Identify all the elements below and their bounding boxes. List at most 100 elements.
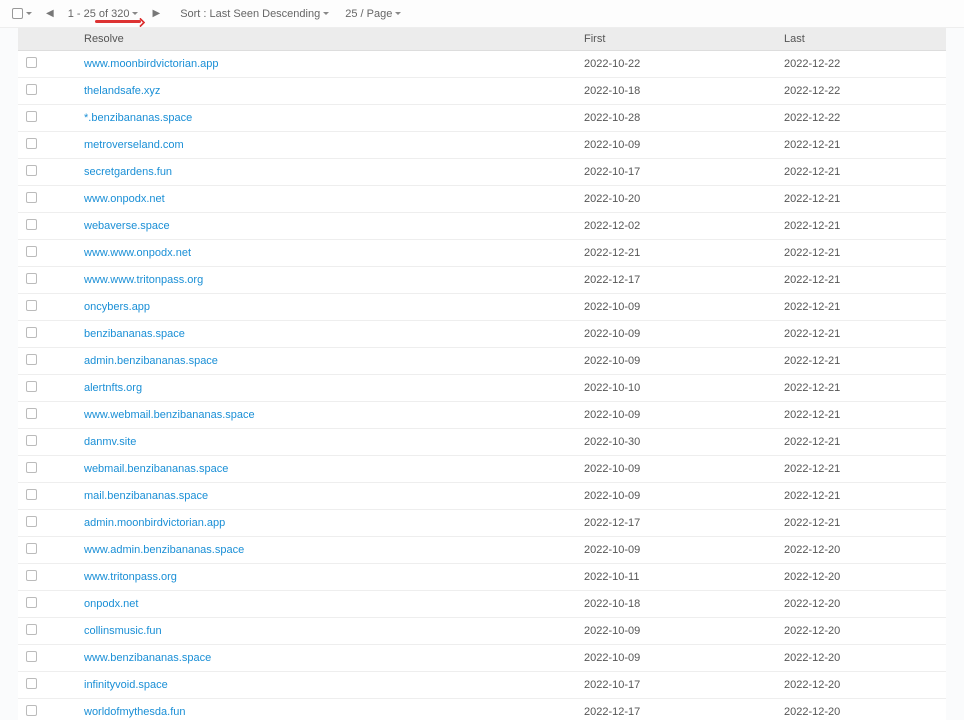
resolve-link[interactable]: alertnfts.org bbox=[84, 382, 142, 394]
resolve-link[interactable]: worldofmythesda.fun bbox=[84, 706, 186, 718]
sort-dropdown[interactable]: Sort : Last Seen Descending bbox=[180, 8, 329, 20]
first-seen: 2022-10-20 bbox=[578, 186, 778, 213]
first-seen: 2022-12-02 bbox=[578, 213, 778, 240]
last-seen: 2022-12-20 bbox=[778, 672, 946, 699]
last-seen: 2022-12-21 bbox=[778, 375, 946, 402]
resolve-link[interactable]: infinityvoid.space bbox=[84, 679, 168, 691]
row-checkbox[interactable] bbox=[26, 84, 37, 95]
chevron-down-icon bbox=[132, 12, 138, 15]
first-seen: 2022-10-17 bbox=[578, 672, 778, 699]
last-seen: 2022-12-21 bbox=[778, 294, 946, 321]
resolve-link[interactable]: www.www.tritonpass.org bbox=[84, 274, 203, 286]
row-checkbox[interactable] bbox=[26, 489, 37, 500]
pager-prev-button[interactable]: ◀ bbox=[42, 8, 58, 19]
row-checkbox[interactable] bbox=[26, 165, 37, 176]
last-seen: 2022-12-21 bbox=[778, 429, 946, 456]
row-checkbox[interactable] bbox=[26, 678, 37, 689]
row-checkbox[interactable] bbox=[26, 354, 37, 365]
row-checkbox[interactable] bbox=[26, 462, 37, 473]
row-checkbox[interactable] bbox=[26, 597, 37, 608]
table-row: onpodx.net2022-10-182022-12-20 bbox=[18, 591, 946, 618]
first-seen: 2022-10-10 bbox=[578, 375, 778, 402]
resolve-link[interactable]: thelandsafe.xyz bbox=[84, 85, 160, 97]
row-checkbox[interactable] bbox=[26, 219, 37, 230]
row-checkbox[interactable] bbox=[26, 435, 37, 446]
resolve-link[interactable]: www.benzibananas.space bbox=[84, 652, 211, 664]
table-row: *.benzibananas.space 2022-10-282022-12-22 bbox=[18, 105, 946, 132]
last-seen: 2022-12-21 bbox=[778, 348, 946, 375]
pager-range[interactable]: 1 - 25 of 320 bbox=[68, 8, 139, 20]
last-seen: 2022-12-20 bbox=[778, 591, 946, 618]
resolve-link[interactable]: www.webmail.benzibananas.space bbox=[84, 409, 255, 421]
table-row: worldofmythesda.fun2022-12-172022-12-20 bbox=[18, 699, 946, 720]
last-seen: 2022-12-21 bbox=[778, 240, 946, 267]
row-checkbox[interactable] bbox=[26, 192, 37, 203]
last-seen: 2022-12-21 bbox=[778, 321, 946, 348]
first-seen: 2022-10-09 bbox=[578, 348, 778, 375]
first-seen: 2022-10-09 bbox=[578, 456, 778, 483]
resolve-link[interactable]: www.tritonpass.org bbox=[84, 571, 177, 583]
select-all[interactable] bbox=[12, 8, 32, 19]
table-row: benzibananas.space 2022-10-092022-12-21 bbox=[18, 321, 946, 348]
row-checkbox[interactable] bbox=[26, 111, 37, 122]
first-seen: 2022-10-11 bbox=[578, 564, 778, 591]
resolve-link[interactable]: webaverse.space bbox=[84, 220, 170, 232]
resolve-link[interactable]: admin.moonbirdvictorian.app bbox=[84, 517, 225, 529]
checkbox-icon bbox=[12, 8, 23, 19]
first-seen: 2022-10-09 bbox=[578, 483, 778, 510]
table-row: oncybers.app2022-10-092022-12-21 bbox=[18, 294, 946, 321]
toolbar: ◀ 1 - 25 of 320 ▶ Sort : Last Seen Desce… bbox=[0, 0, 964, 28]
resolve-link[interactable]: *.benzibananas.space bbox=[84, 112, 192, 124]
row-checkbox[interactable] bbox=[26, 327, 37, 338]
row-checkbox[interactable] bbox=[26, 381, 37, 392]
table-row: www.www.tritonpass.org2022-12-172022-12-… bbox=[18, 267, 946, 294]
table-row: www.onpodx.net 2022-10-202022-12-21 bbox=[18, 186, 946, 213]
table-row: www.benzibananas.space2022-10-092022-12-… bbox=[18, 645, 946, 672]
resolve-link[interactable]: collinsmusic.fun bbox=[84, 625, 162, 637]
row-checkbox[interactable] bbox=[26, 408, 37, 419]
row-checkbox[interactable] bbox=[26, 705, 37, 716]
resolve-link[interactable]: www.admin.benzibananas.space bbox=[84, 544, 244, 556]
per-page-dropdown[interactable]: 25 / Page bbox=[345, 8, 401, 20]
row-checkbox[interactable] bbox=[26, 570, 37, 581]
pager-next-button[interactable]: ▶ bbox=[148, 8, 164, 19]
row-checkbox[interactable] bbox=[26, 273, 37, 284]
last-seen: 2022-12-22 bbox=[778, 105, 946, 132]
last-seen: 2022-12-21 bbox=[778, 186, 946, 213]
col-first[interactable]: First bbox=[578, 28, 778, 51]
col-last[interactable]: Last bbox=[778, 28, 946, 51]
table-row: metroverseland.com2022-10-092022-12-21 bbox=[18, 132, 946, 159]
row-checkbox[interactable] bbox=[26, 300, 37, 311]
last-seen: 2022-12-20 bbox=[778, 618, 946, 645]
resolve-link[interactable]: benzibananas.space bbox=[84, 328, 185, 340]
resolve-link[interactable]: oncybers.app bbox=[84, 301, 150, 313]
row-checkbox[interactable] bbox=[26, 516, 37, 527]
row-checkbox[interactable] bbox=[26, 651, 37, 662]
resolve-link[interactable]: www.www.onpodx.net bbox=[84, 247, 191, 259]
resolve-link[interactable]: mail.benzibananas.space bbox=[84, 490, 208, 502]
row-checkbox[interactable] bbox=[26, 624, 37, 635]
table-row: mail.benzibananas.space2022-10-092022-12… bbox=[18, 483, 946, 510]
resolve-link[interactable]: onpodx.net bbox=[84, 598, 138, 610]
last-seen: 2022-12-20 bbox=[778, 564, 946, 591]
first-seen: 2022-10-09 bbox=[578, 321, 778, 348]
resolve-link[interactable]: admin.benzibananas.space bbox=[84, 355, 218, 367]
resolve-link[interactable]: secretgardens.fun bbox=[84, 166, 172, 178]
resolve-link[interactable]: metroverseland.com bbox=[84, 139, 184, 151]
resolve-link[interactable]: www.onpodx.net bbox=[84, 193, 165, 205]
first-seen: 2022-10-09 bbox=[578, 132, 778, 159]
resolve-link[interactable]: danmv.site bbox=[84, 436, 136, 448]
row-checkbox[interactable] bbox=[26, 246, 37, 257]
col-resolve[interactable]: Resolve bbox=[78, 28, 578, 51]
resolve-link[interactable]: www.moonbirdvictorian.app bbox=[84, 58, 219, 70]
per-page-label: 25 / Page bbox=[345, 8, 392, 20]
table-row: admin.moonbirdvictorian.app2022-12-17202… bbox=[18, 510, 946, 537]
row-checkbox[interactable] bbox=[26, 543, 37, 554]
row-checkbox[interactable] bbox=[26, 138, 37, 149]
row-checkbox[interactable] bbox=[26, 57, 37, 68]
table-row: www.tritonpass.org 2022-10-112022-12-20 bbox=[18, 564, 946, 591]
first-seen: 2022-10-28 bbox=[578, 105, 778, 132]
resolve-link[interactable]: webmail.benzibananas.space bbox=[84, 463, 228, 475]
results-table: Resolve First Last www.moonbirdvictorian… bbox=[18, 28, 946, 720]
last-seen: 2022-12-20 bbox=[778, 699, 946, 720]
